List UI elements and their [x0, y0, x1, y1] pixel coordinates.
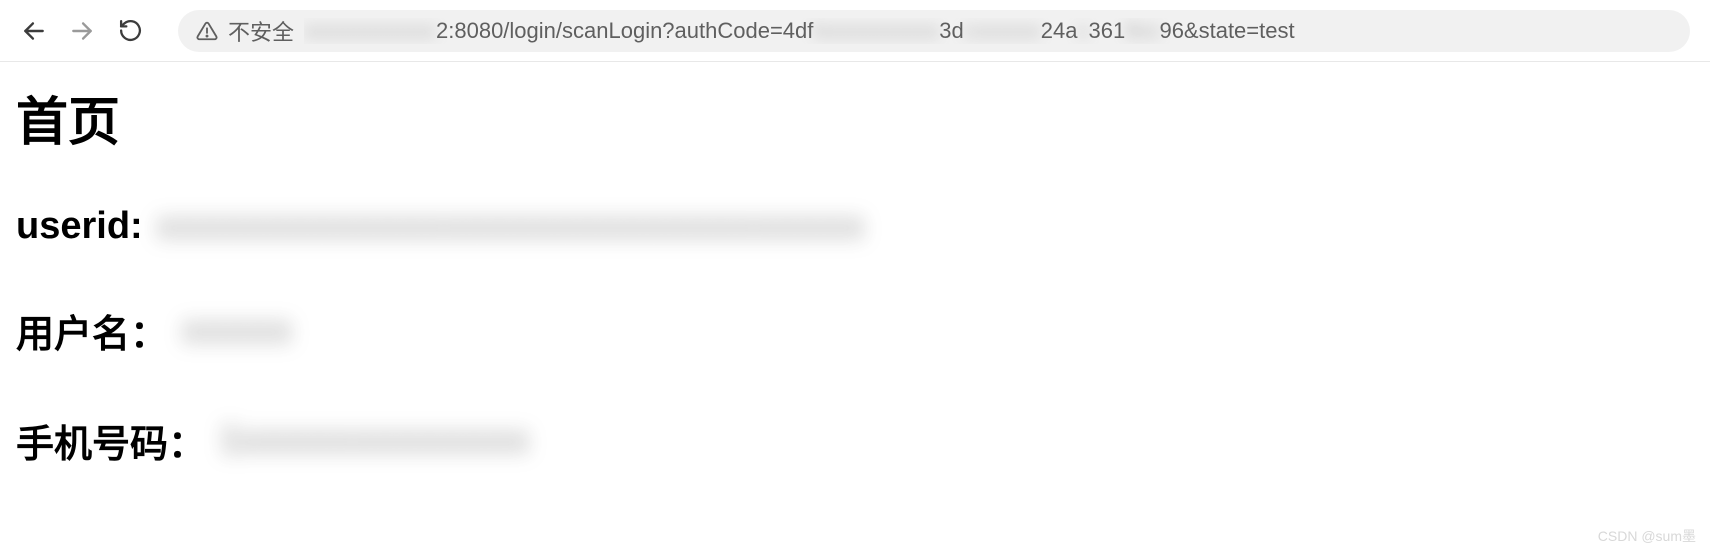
- watermark: CSDN @sum墨: [1598, 526, 1696, 546]
- username-row: 用户名： xxxxx: [16, 303, 1694, 358]
- browser-toolbar: 不安全 xxxxxxxxxxxx 2:8080/login/scanLogin?…: [0, 0, 1710, 62]
- userid-label: userid:: [16, 205, 143, 248]
- username-label: 用户名：: [16, 303, 168, 358]
- page-title: 首页: [16, 80, 1694, 155]
- warning-icon: [196, 20, 218, 42]
- url-visible-segment: 361: [1088, 18, 1125, 44]
- phone-label: 手机号码：: [16, 413, 206, 468]
- url-visible-segment: 24a: [1041, 18, 1078, 44]
- url-hidden-segment: lxxxxxxxxxxx: [813, 18, 939, 44]
- url-text: xxxxxxxxxxxx 2:8080/login/scanLogin?auth…: [304, 18, 1295, 44]
- page-content: 首页 userid: xxxxxxxxxxxxxxxxxxxxxxxxxxxxx…: [0, 62, 1710, 541]
- userid-row: userid: xxxxxxxxxxxxxxxxxxxxxxxxxxxxxxxx: [16, 205, 1694, 248]
- url-visible-segment: 96&state=test: [1159, 18, 1294, 44]
- url-hidden-segment: xxxxxxxxxxxx: [304, 18, 436, 44]
- reload-button[interactable]: [116, 17, 144, 45]
- userid-value: xxxxxxxxxxxxxxxxxxxxxxxxxxxxxxxx: [157, 205, 865, 248]
- url-hidden-segment: cxxxxxx: [964, 18, 1041, 44]
- url-visible-segment: 2:8080/login/scanLogin?authCode=4df: [436, 18, 813, 44]
- phone-value: 1xxxxxxxxxxxxx: [220, 419, 530, 462]
- url-hidden-segment: x: [1077, 18, 1088, 44]
- security-label: 不安全: [228, 15, 294, 47]
- url-hidden-segment: 8xx: [1125, 18, 1159, 44]
- url-visible-segment: 3d: [939, 18, 963, 44]
- phone-row: 手机号码： 1xxxxxxxxxxxxx: [16, 413, 1694, 468]
- back-button[interactable]: [20, 17, 48, 45]
- username-value: xxxxx: [182, 309, 293, 352]
- forward-button[interactable]: [68, 17, 96, 45]
- address-bar[interactable]: 不安全 xxxxxxxxxxxx 2:8080/login/scanLogin?…: [178, 10, 1690, 52]
- nav-buttons: [20, 17, 144, 45]
